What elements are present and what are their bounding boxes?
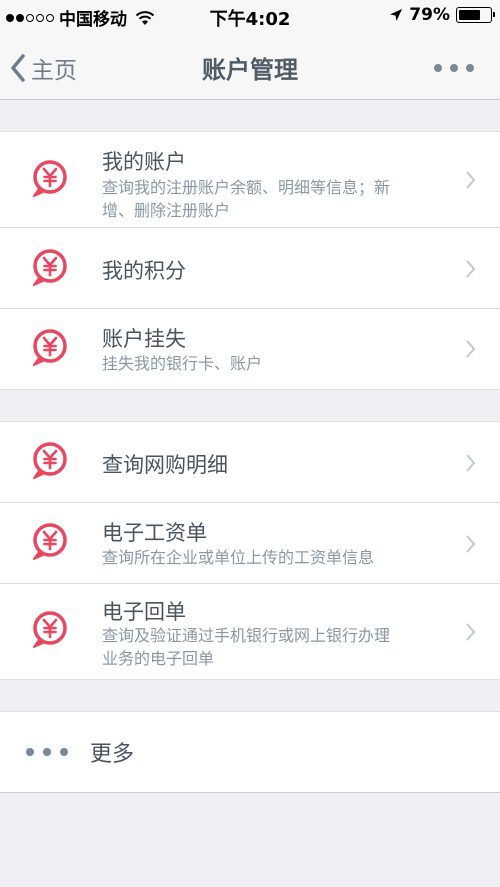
menu-item-my-points[interactable]: 我的积分 — [0, 228, 500, 309]
menu-item-title: 电子工资单 — [102, 521, 207, 545]
status-right: 79% — [389, 5, 495, 25]
chevron-right-icon — [466, 171, 476, 189]
navigation-bar: 主页 账户管理 — [0, 34, 500, 100]
menu-item-subtitle: 挂失我的银行卡、账户 — [102, 352, 442, 375]
menu-item-title: 我的积分 — [102, 259, 186, 283]
yuan-icon — [33, 160, 67, 197]
yuan-icon — [33, 523, 67, 560]
menu-item-e-payslip[interactable]: 电子工资单 查询所在企业或单位上传的工资单信息 — [0, 503, 500, 584]
subtitle-line: 增、删除注册账户 — [102, 201, 231, 220]
menu-item-title: 查询网购明细 — [102, 453, 228, 477]
battery-percent: 79% — [409, 5, 450, 25]
more-options-icon[interactable] — [434, 64, 474, 72]
menu-item-title: 账户挂失 — [102, 327, 186, 351]
yuan-icon — [33, 442, 67, 479]
chevron-right-icon — [466, 623, 476, 641]
menu-item-subtitle: 查询及验证通过手机银行或网上银行办理 业务的电子回单 — [102, 624, 442, 670]
menu-item-report-loss[interactable]: 账户挂失 挂失我的银行卡、账户 — [0, 309, 500, 389]
yuan-icon — [33, 329, 67, 366]
menu-item-title: 我的账户 — [102, 150, 186, 174]
menu-item-title: 电子回单 — [102, 600, 186, 624]
menu-group-services: 查询网购明细 电子工资单 查询所在企业或单位上传的工资单信息 电子回单 查询及验… — [0, 421, 500, 680]
menu-item-my-account[interactable]: 我的账户 查询我的注册账户余额、明细等信息；新 增、删除注册账户 — [0, 132, 500, 228]
location-arrow-icon — [390, 9, 403, 21]
battery-icon — [456, 7, 495, 23]
more-label: 更多 — [90, 742, 135, 767]
more-button[interactable]: 更多 — [0, 711, 500, 793]
chevron-right-icon — [466, 454, 476, 472]
status-bar: 中国移动 下午4:02 79% — [0, 0, 500, 34]
page-title: 账户管理 — [202, 56, 298, 84]
menu-item-e-receipt[interactable]: 电子回单 查询及验证通过手机银行或网上银行办理 业务的电子回单 — [0, 584, 500, 679]
subtitle-line: 挂失我的银行卡、账户 — [102, 354, 263, 373]
menu-item-subtitle: 查询所在企业或单位上传的工资单信息 — [102, 546, 442, 569]
subtitle-line: 查询及验证通过手机银行或网上银行办理 — [102, 626, 391, 645]
chevron-right-icon — [466, 260, 476, 278]
chevron-right-icon — [466, 340, 476, 358]
menu-item-online-shopping-details[interactable]: 查询网购明细 — [0, 422, 500, 503]
subtitle-line: 查询所在企业或单位上传的工资单信息 — [102, 548, 375, 567]
yuan-icon — [33, 249, 67, 286]
menu-item-subtitle: 查询我的注册账户余额、明细等信息；新 增、删除注册账户 — [102, 176, 442, 222]
yuan-icon — [33, 611, 67, 648]
chevron-right-icon — [466, 535, 476, 553]
more-dots-icon — [26, 748, 68, 756]
menu-group-accounts: 我的账户 查询我的注册账户余额、明细等信息；新 增、删除注册账户 我的积分 账户… — [0, 131, 500, 390]
subtitle-line: 业务的电子回单 — [102, 649, 215, 668]
subtitle-line: 查询我的注册账户余额、明细等信息；新 — [102, 178, 391, 197]
